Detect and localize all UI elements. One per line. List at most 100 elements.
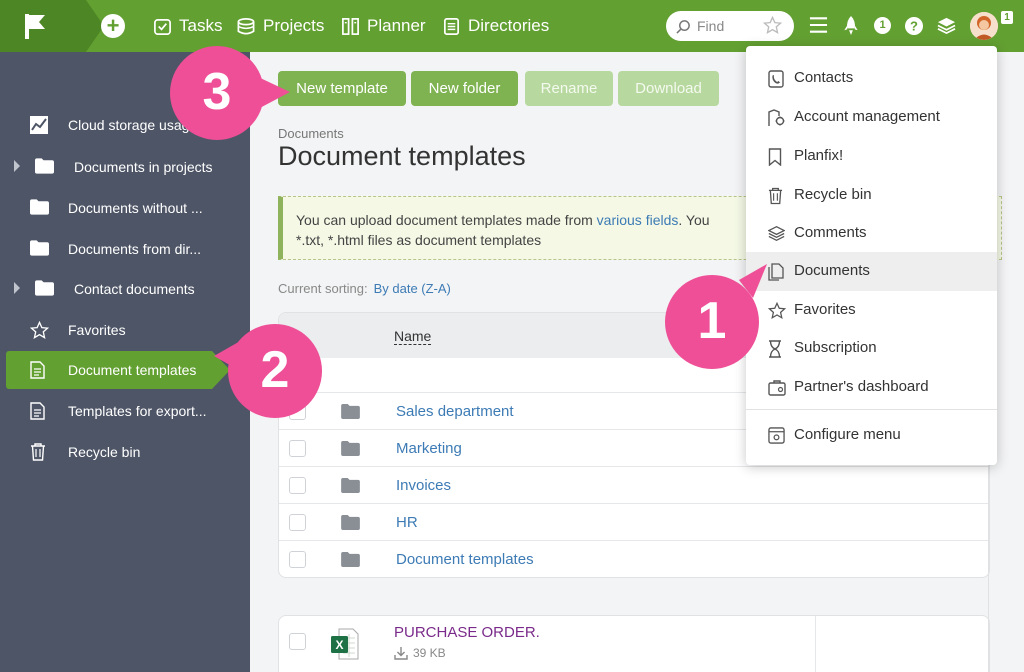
row-checkbox[interactable] [289,477,306,494]
sorting-info: Current sorting: By date (Z-A) [278,281,451,296]
sidebar-item-documents-in-projects[interactable]: Documents in projects [0,148,250,186]
sidebar-item-documents-without[interactable]: Documents without ... [0,189,250,227]
row-checkbox[interactable] [289,440,306,457]
nav-tasks[interactable]: Tasks [153,14,222,38]
page-title: Document templates [278,141,526,171]
new-template-button[interactable]: New template [278,71,406,106]
table-row[interactable]: HR [279,503,989,540]
add-button[interactable]: + [101,14,125,38]
chevron-right-icon[interactable] [13,282,21,294]
search-input[interactable]: Find [666,11,794,41]
chevron-right-icon[interactable] [13,160,21,172]
download-icon [394,646,408,660]
document-icon [30,361,45,379]
sidebar-item-documents-from-directories[interactable]: Documents from dir... [0,230,250,268]
table-row[interactable]: Invoices [279,466,989,503]
file-name-link[interactable]: PURCHASE ORDER. [394,624,540,641]
menu-item-documents[interactable]: Documents [746,252,997,291]
notice-text-cont: . You [678,212,710,228]
callout-badge-1: 1 [665,275,759,369]
menu-item-label: Partner's dashboard [794,378,929,395]
documents-icon [768,263,784,281]
sidebar-item-label: Favorites [68,322,126,338]
bookmark-icon [768,148,782,166]
notifications-badge-icon[interactable]: 1 [874,17,891,34]
menu-item-favorites[interactable]: Favorites [746,291,997,330]
logo[interactable] [0,0,86,52]
breadcrumb[interactable]: Documents [278,126,344,141]
hamburger-menu-icon[interactable] [809,16,828,34]
layers-icon[interactable] [937,16,956,35]
sidebar-item-recycle-bin[interactable]: Recycle bin [0,433,250,471]
menu-item-label: Configure menu [794,426,901,443]
avatar[interactable] [970,12,998,40]
sidebar-item-templates-for-export[interactable]: Templates for export... [0,392,250,430]
projects-icon [237,17,255,34]
menu-item-partners-dashboard[interactable]: Partner's dashboard [746,368,997,407]
file-size-value: 39 KB [413,646,446,660]
main-menu-dropdown: Contacts Account management Planfix! Rec… [746,46,997,465]
menu-item-contacts[interactable]: Contacts [746,59,997,98]
menu-item-subscription[interactable]: Subscription [746,329,997,368]
trash-icon [31,443,45,461]
file-size[interactable]: 39 KB [394,646,446,660]
new-folder-button[interactable]: New folder [411,71,518,106]
nav-projects[interactable]: Projects [236,14,324,38]
folder-link[interactable]: HR [396,514,418,531]
download-button[interactable]: Download [618,71,719,106]
star-icon[interactable] [763,16,782,35]
menu-item-label: Favorites [794,301,856,318]
folder-link[interactable]: Document templates [396,551,534,568]
svg-text:?: ? [910,19,918,34]
menu-item-label: Subscription [794,339,877,356]
folder-link[interactable]: Sales department [396,403,514,420]
folder-icon [341,515,360,530]
contacts-icon [768,70,784,88]
folder-icon [341,404,360,419]
file-row[interactable]: X PURCHASE ORDER. 39 KB [278,615,990,672]
folder-link[interactable]: Marketing [396,440,462,457]
callout-badge-3: 3 [170,46,264,140]
folder-icon [341,552,360,567]
menu-item-comments[interactable]: Comments [746,214,997,253]
nav-directories-label: Directories [468,16,550,35]
row-checkbox[interactable] [289,551,306,568]
document-icon [30,402,45,420]
sorting-value[interactable]: By date (Z-A) [374,281,451,296]
sidebar-item-label: Contact documents [74,281,195,297]
menu-item-planfix[interactable]: Planfix! [746,137,997,176]
various-fields-link[interactable]: various fields [597,212,679,228]
menu-item-label: Recycle bin [794,186,872,203]
row-checkbox[interactable] [289,633,306,650]
sidebar-item-label: Templates for export... [68,403,207,419]
table-row[interactable]: Document templates [279,540,989,577]
notice-text: You can upload document templates made f… [296,212,597,228]
star-icon [30,321,49,339]
nav-planner-label: Planner [367,16,426,35]
sidebar-item-document-templates[interactable]: Document templates [6,351,230,389]
menu-item-recycle-bin[interactable]: Recycle bin [746,176,997,215]
nav-planner[interactable]: Planner [341,14,426,38]
nav-projects-label: Projects [263,16,325,35]
sidebar-item-contact-documents[interactable]: Contact documents [0,270,250,308]
folder-link[interactable]: Invoices [396,477,451,494]
folder-icon [35,280,54,296]
rename-button[interactable]: Rename [525,71,613,106]
avatar-badge: 1 [1001,11,1013,24]
nav-directories[interactable]: Directories [442,14,549,38]
callout-badge-2: 2 [228,324,322,418]
folder-icon [30,199,49,215]
sidebar-item-label: Recycle bin [68,444,141,460]
sidebar-item-label: Documents from dir... [68,241,202,257]
column-name-header[interactable]: Name [394,328,432,345]
star-icon [768,302,786,320]
svg-text:X: X [335,638,343,652]
search-placeholder: Find [697,18,725,34]
help-icon[interactable]: ? [905,17,923,35]
tasks-icon [154,18,171,35]
rocket-icon[interactable] [843,15,859,36]
menu-item-account-management[interactable]: Account management [746,98,997,137]
menu-item-configure-menu[interactable]: Configure menu [746,416,997,455]
dashboard-icon [768,380,786,396]
row-checkbox[interactable] [289,514,306,531]
